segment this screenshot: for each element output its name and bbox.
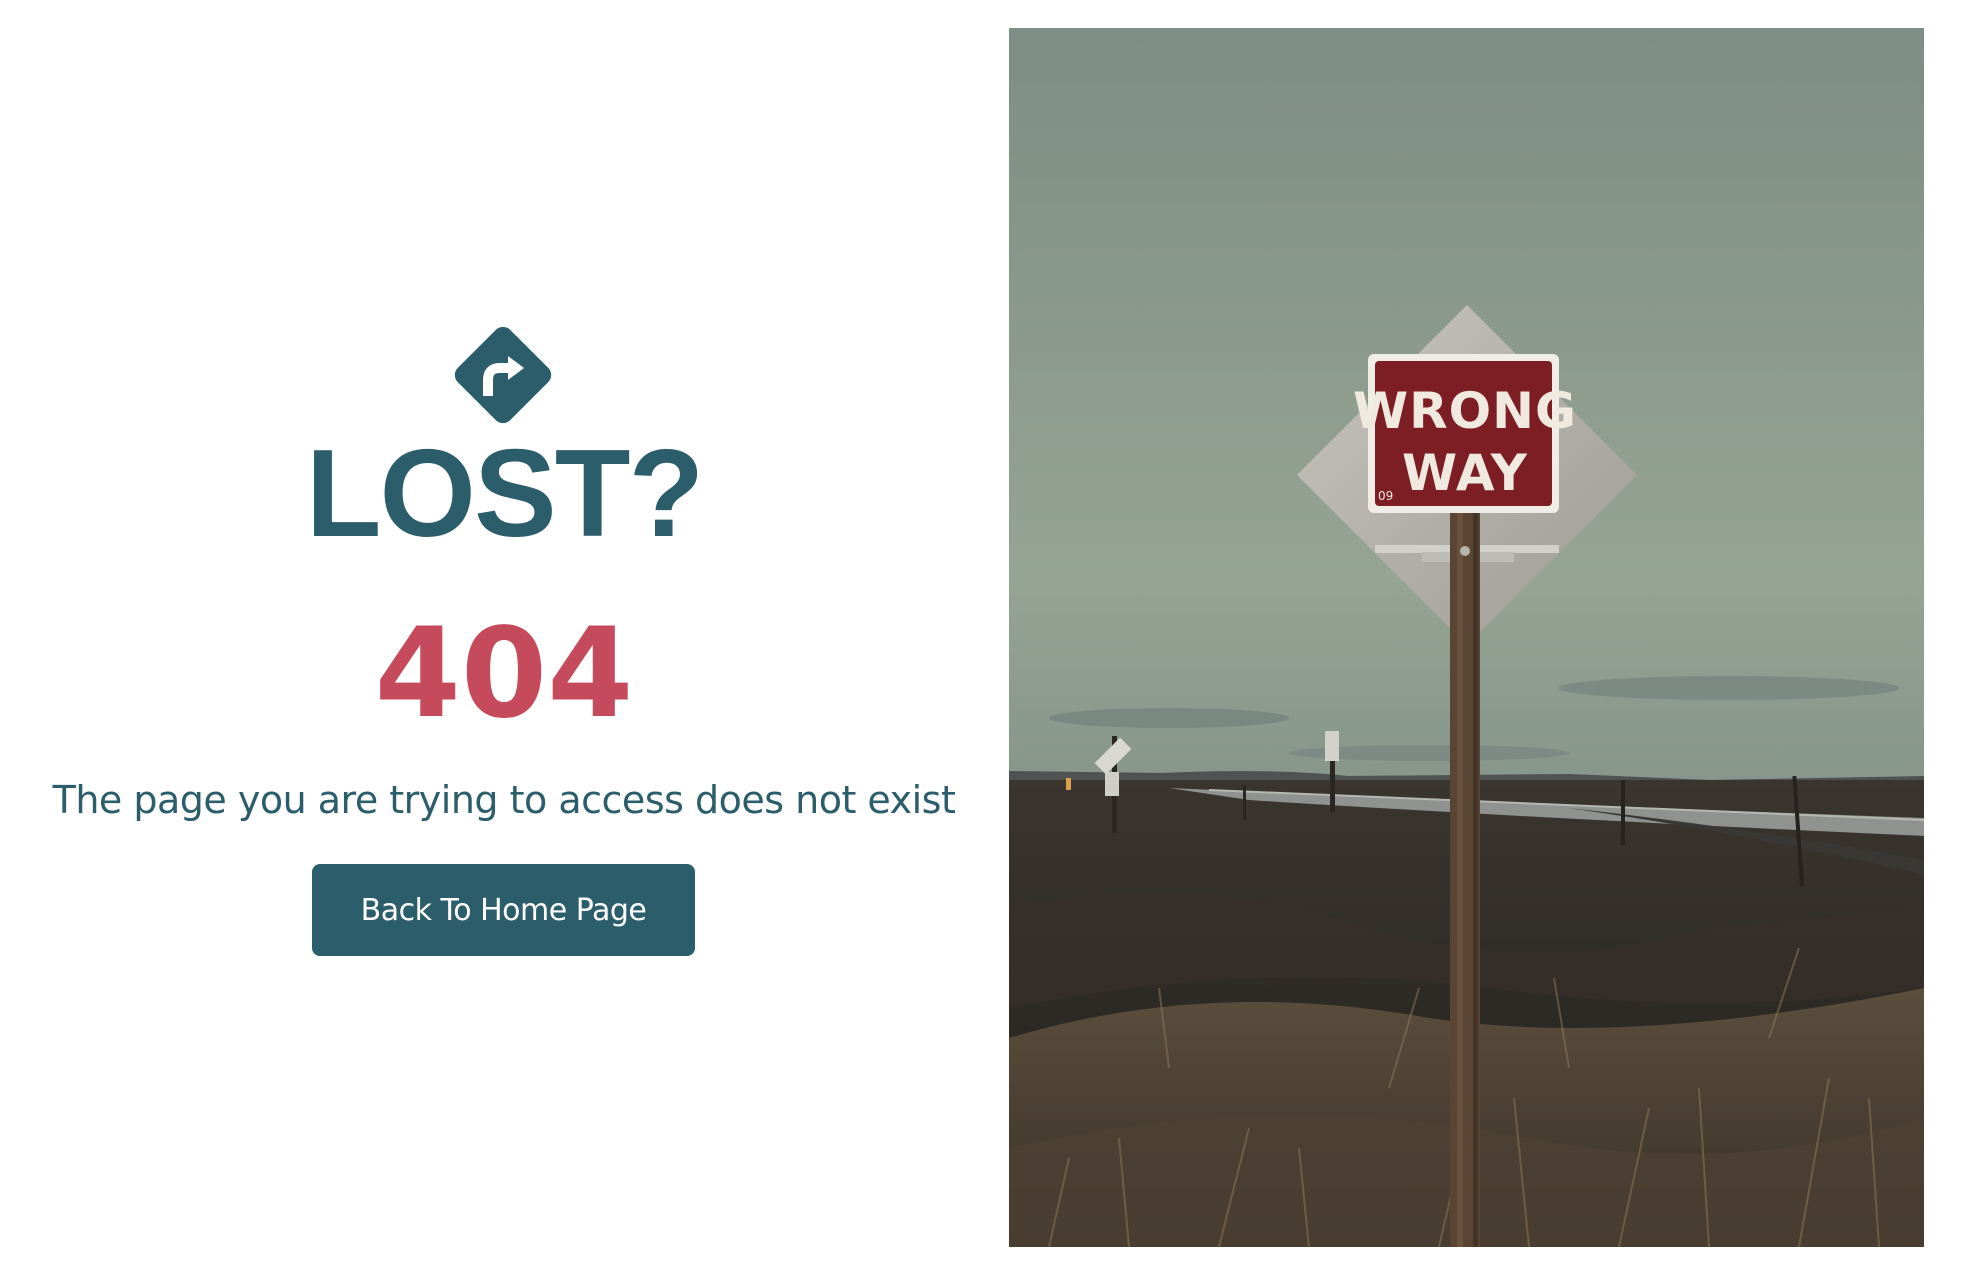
back-to-home-button[interactable]: Back To Home Page (312, 864, 695, 956)
wrong-way-photo: WRONG WAY 09 (1009, 28, 1924, 1247)
error-content-panel: LOST? 404 The page you are trying to acc… (0, 0, 1008, 1272)
error-code: 404 (374, 602, 634, 746)
sign-text-line-1: WRONG (1353, 382, 1577, 440)
sign-text-line-2: WAY (1402, 444, 1528, 502)
not-found-page: LOST? 404 The page you are trying to acc… (0, 0, 1966, 1272)
turn-right-road-sign-icon (444, 316, 562, 434)
page-title: LOST? (305, 425, 704, 563)
sign-number: 09 (1378, 489, 1393, 503)
error-message: The page you are trying to access does n… (52, 778, 956, 822)
